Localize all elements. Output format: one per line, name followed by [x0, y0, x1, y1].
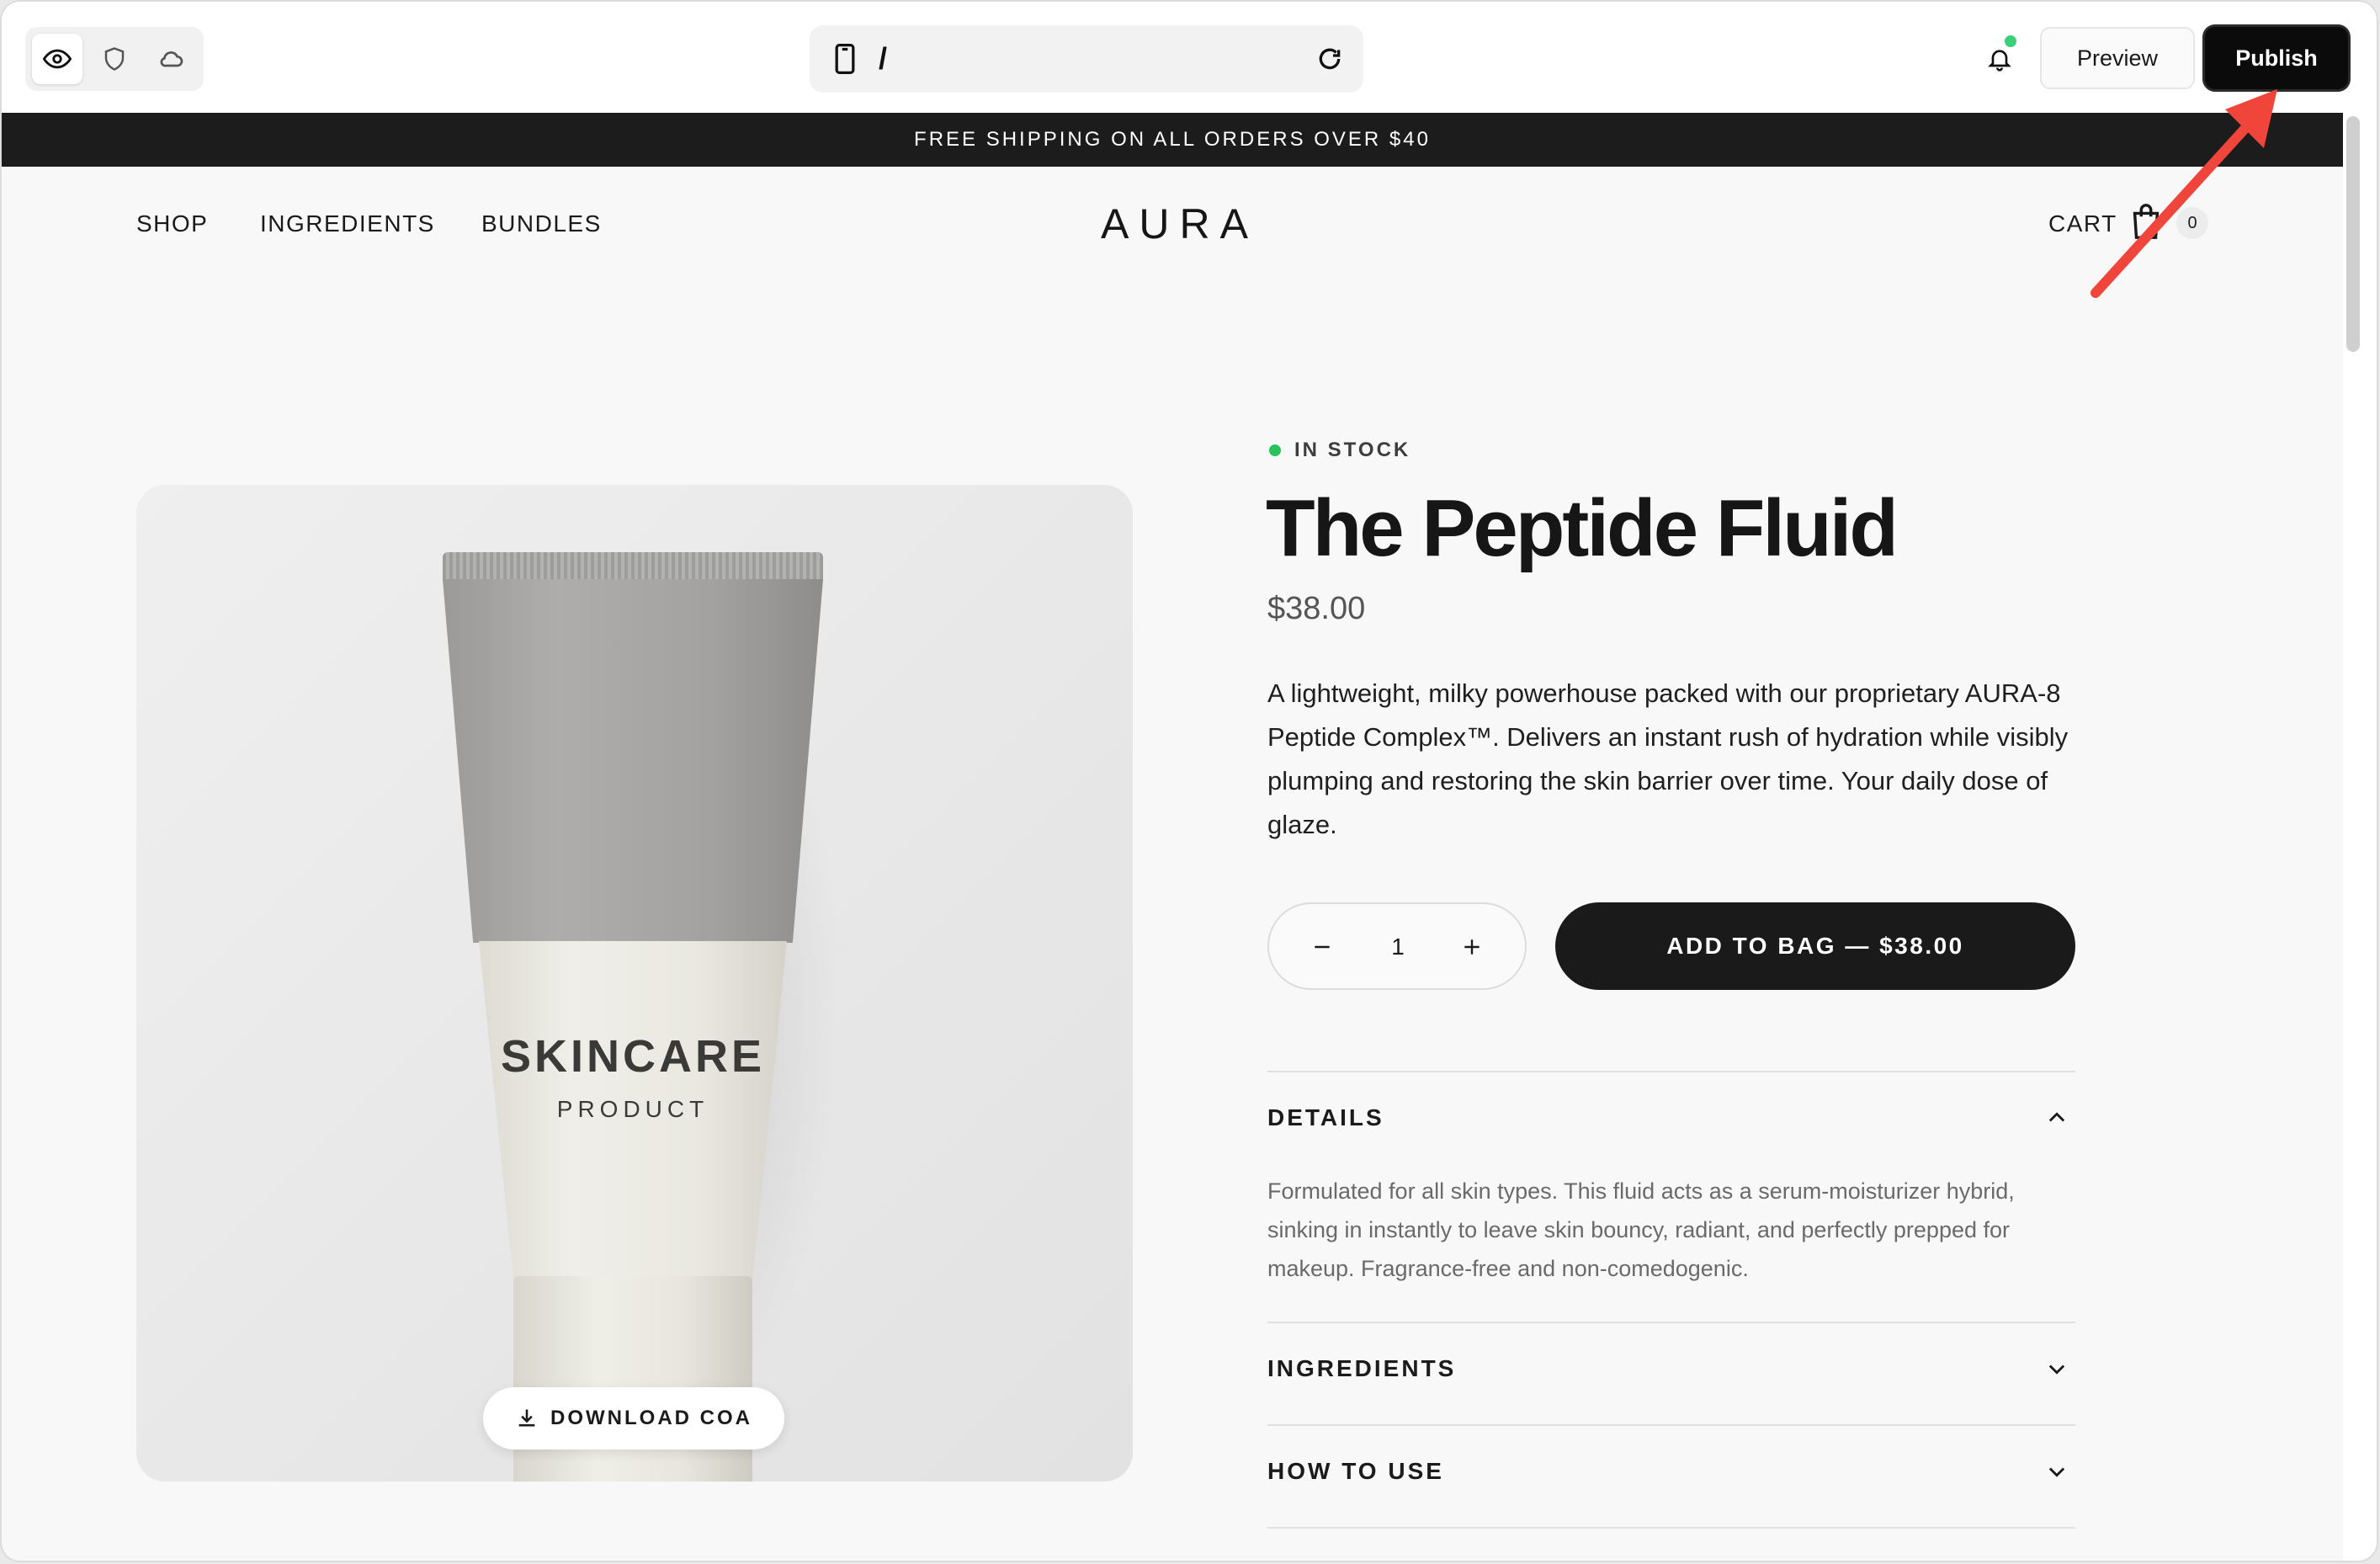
- notification-dot: [2005, 35, 2016, 47]
- product-image: SKINCARE PRODUCT DOWNLOAD COA: [136, 485, 1133, 1482]
- tube-label: [479, 941, 787, 1305]
- download-coa-label: DOWNLOAD COA: [550, 1407, 752, 1429]
- view-mode-group: [25, 27, 204, 91]
- tube-brand-text: SKINCARE: [500, 1031, 766, 1082]
- cloud-icon[interactable]: [146, 34, 197, 84]
- accordion-ingredients-title[interactable]: INGREDIENTS: [1267, 1354, 1456, 1384]
- plus-icon[interactable]: [1451, 926, 1493, 968]
- quantity-stepper: 1: [1267, 902, 1527, 990]
- accordion-details-title[interactable]: DETAILS: [1267, 1103, 1384, 1133]
- page-scrollbar[interactable]: [2346, 116, 2360, 352]
- eye-icon[interactable]: [32, 34, 82, 84]
- chevron-down-icon[interactable]: [2042, 1456, 2072, 1487]
- stock-status: IN STOCK: [1294, 439, 1411, 461]
- download-icon: [518, 1409, 535, 1427]
- divider: [1267, 1322, 2075, 1323]
- chevron-down-icon[interactable]: [2042, 1354, 2072, 1384]
- builder-toolbar: / Preview Publish: [2, 2, 2377, 113]
- accordion-details-body: Formulated for all skin types. This flui…: [1267, 1178, 2015, 1281]
- nav-ingredients[interactable]: INGREDIENTS: [260, 205, 435, 242]
- cart-link[interactable]: CART: [2048, 205, 2117, 242]
- nav-bundles[interactable]: BUNDLES: [481, 205, 602, 242]
- browser-frame: / Preview Publish FREE SHIPPING ON ALL O…: [2, 2, 2377, 1561]
- stock-indicator-dot: [1269, 444, 1281, 456]
- announcement-bar: FREE SHIPPING ON ALL ORDERS OVER $40: [2, 113, 2343, 167]
- divider: [1267, 1424, 2075, 1426]
- minus-icon[interactable]: [1301, 926, 1343, 968]
- divider: [1267, 1527, 2075, 1529]
- nav-shop[interactable]: SHOP: [136, 205, 208, 242]
- url-path[interactable]: /: [879, 37, 887, 81]
- store-logo[interactable]: AURA: [1101, 197, 1248, 251]
- url-bar[interactable]: /: [810, 25, 1363, 93]
- product-title: The Peptide Fluid: [1266, 483, 1899, 573]
- refresh-icon[interactable]: [1313, 42, 1347, 76]
- product-price: $38.00: [1267, 591, 1366, 626]
- tube-cap: [513, 1276, 752, 1482]
- preview-button[interactable]: Preview: [2040, 27, 2195, 89]
- shopping-bag-icon[interactable]: [2129, 202, 2166, 242]
- quantity-value[interactable]: 1: [1373, 924, 1422, 970]
- tube-crimp: [443, 552, 823, 581]
- download-coa-button[interactable]: DOWNLOAD COA: [483, 1387, 784, 1450]
- cart-count-badge: 0: [2176, 207, 2208, 239]
- accordion-how-to-use-title[interactable]: HOW TO USE: [1267, 1456, 1444, 1487]
- chevron-up-icon[interactable]: [2042, 1103, 2072, 1133]
- add-to-bag-button[interactable]: ADD TO BAG — $38.00: [1555, 902, 2075, 990]
- product-description: A lightweight, milky powerhouse packed w…: [1267, 678, 2069, 839]
- publish-button[interactable]: Publish: [2205, 27, 2348, 89]
- phone-icon[interactable]: [828, 42, 862, 76]
- divider: [1267, 1071, 2075, 1072]
- shield-icon[interactable]: [89, 34, 140, 84]
- tube-sub-text: PRODUCT: [556, 1096, 709, 1122]
- store-page: FREE SHIPPING ON ALL ORDERS OVER $40 SHO…: [2, 113, 2343, 1561]
- tube-top: [443, 579, 823, 943]
